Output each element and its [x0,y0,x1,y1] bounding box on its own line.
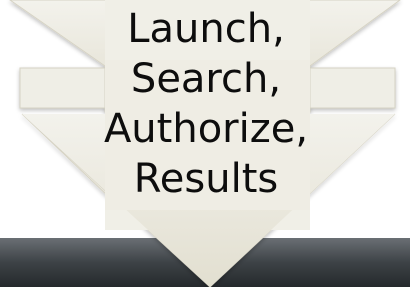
label-line-3: Authorize, [103,106,309,152]
diagram-canvas: Launch, Search, Authorize, Results [0,0,410,287]
label-line-1: Launch, [127,6,285,52]
left-shoulder [19,67,106,109]
label-line-2: Search, [130,56,282,102]
label-line-4: Results [133,156,279,202]
arrow-label: Launch, Search, Authorize, Results [95,4,317,204]
right-shoulder [309,67,396,109]
